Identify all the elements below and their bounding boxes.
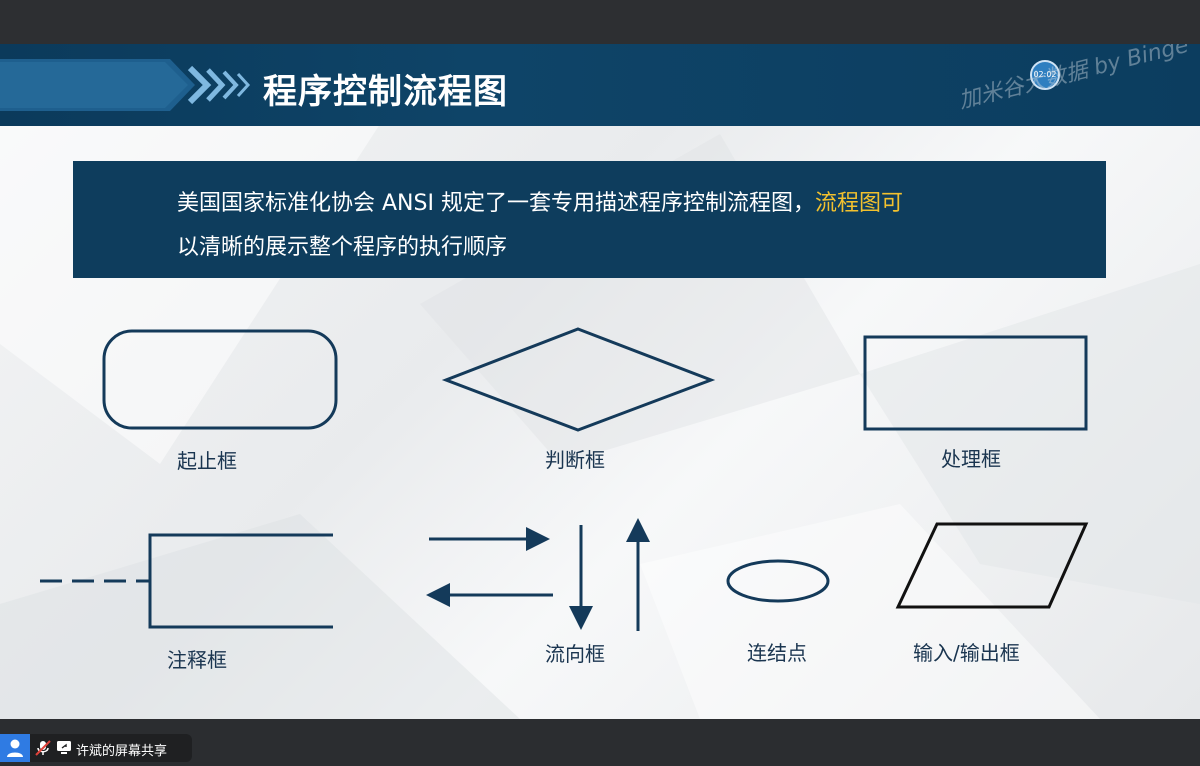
- start-end-label: 起止框: [177, 449, 237, 473]
- annotation-bracket-shape: [148, 533, 333, 629]
- connector-label: 连结点: [747, 641, 807, 665]
- flowchart-symbols: [40, 327, 1089, 631]
- decision-label: 判断框: [545, 448, 605, 472]
- decision-diamond-shape: [441, 327, 716, 432]
- annotation-label: 注释框: [167, 648, 227, 672]
- presentation-slide: 程序控制流程图 02:02 加米谷大数据 by Binge 美国国家标准化协会 …: [0, 44, 1200, 719]
- connector-ellipse-shape: [726, 559, 830, 603]
- input-output-parallelogram-shape: [895, 522, 1089, 609]
- process-rectangle-shape: [863, 335, 1088, 431]
- bottom-bar: 许斌的屏幕共享: [0, 719, 1200, 762]
- process-label: 处理框: [941, 447, 1001, 471]
- top-bar: [0, 0, 1200, 44]
- user-icon[interactable]: [0, 734, 30, 762]
- terminator-shape: [102, 329, 338, 430]
- screen-share-indicator[interactable]: 许斌的屏幕共享: [0, 734, 192, 762]
- screen-share-icon: [57, 741, 71, 754]
- flow-line-label: 流向框: [545, 642, 605, 666]
- mic-muted-icon[interactable]: [34, 739, 52, 757]
- screen-share-label: 许斌的屏幕共享: [76, 744, 168, 759]
- input-output-label: 输入/输出框: [913, 641, 1020, 665]
